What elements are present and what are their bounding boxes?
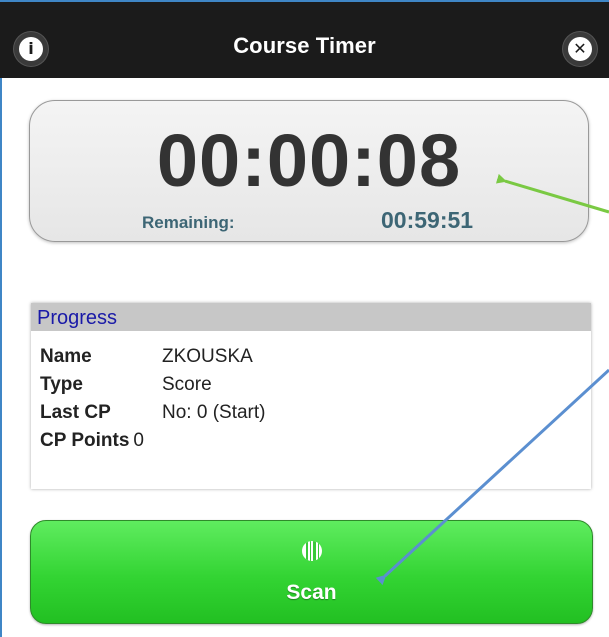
row-value: ZKOUSKA — [162, 346, 253, 367]
progress-rows: Name ZKOUSKA Type Score Last CP No: 0 (Star… — [40, 343, 265, 455]
row-value: No: 0 (Start) — [162, 402, 266, 423]
remaining-label: Remaining: — [142, 213, 235, 232]
row-value: 0 — [133, 430, 144, 451]
page-title: Course Timer — [233, 33, 376, 58]
scan-button-label: Scan — [286, 581, 337, 604]
progress-title: Progress — [31, 303, 591, 331]
timer-card: 00:00:08 Remaining: 00:59:51 — [29, 100, 589, 242]
close-button[interactable]: ✕ — [563, 32, 597, 66]
row-label: Last CP — [40, 402, 111, 423]
progress-panel: Progress Name ZKOUSKA Type Score Last CP No… — [31, 303, 591, 489]
row-label: Type — [40, 374, 83, 395]
barcode-icon — [302, 541, 322, 561]
scan-button[interactable]: Scan — [30, 520, 593, 624]
progress-row-cp-points: CP Points 0 — [40, 427, 265, 455]
row-label: CP Points — [40, 430, 130, 451]
app-window: i Course Timer ✕ 00:00:08 Remaining: 00:… — [0, 0, 609, 637]
progress-row-name: Name ZKOUSKA — [40, 343, 265, 371]
remaining-time: 00:59:51 — [381, 207, 474, 233]
row-value: Score — [162, 374, 212, 395]
progress-row-type: Type Score — [40, 371, 265, 399]
header-bar: i Course Timer ✕ — [0, 0, 609, 78]
row-label: Name — [40, 346, 92, 367]
progress-row-last-cp: Last CP No: 0 (Start) — [40, 399, 265, 427]
left-border-line — [0, 78, 2, 637]
close-icon: ✕ — [568, 37, 592, 61]
elapsed-time: 00:00:08 — [156, 119, 462, 202]
